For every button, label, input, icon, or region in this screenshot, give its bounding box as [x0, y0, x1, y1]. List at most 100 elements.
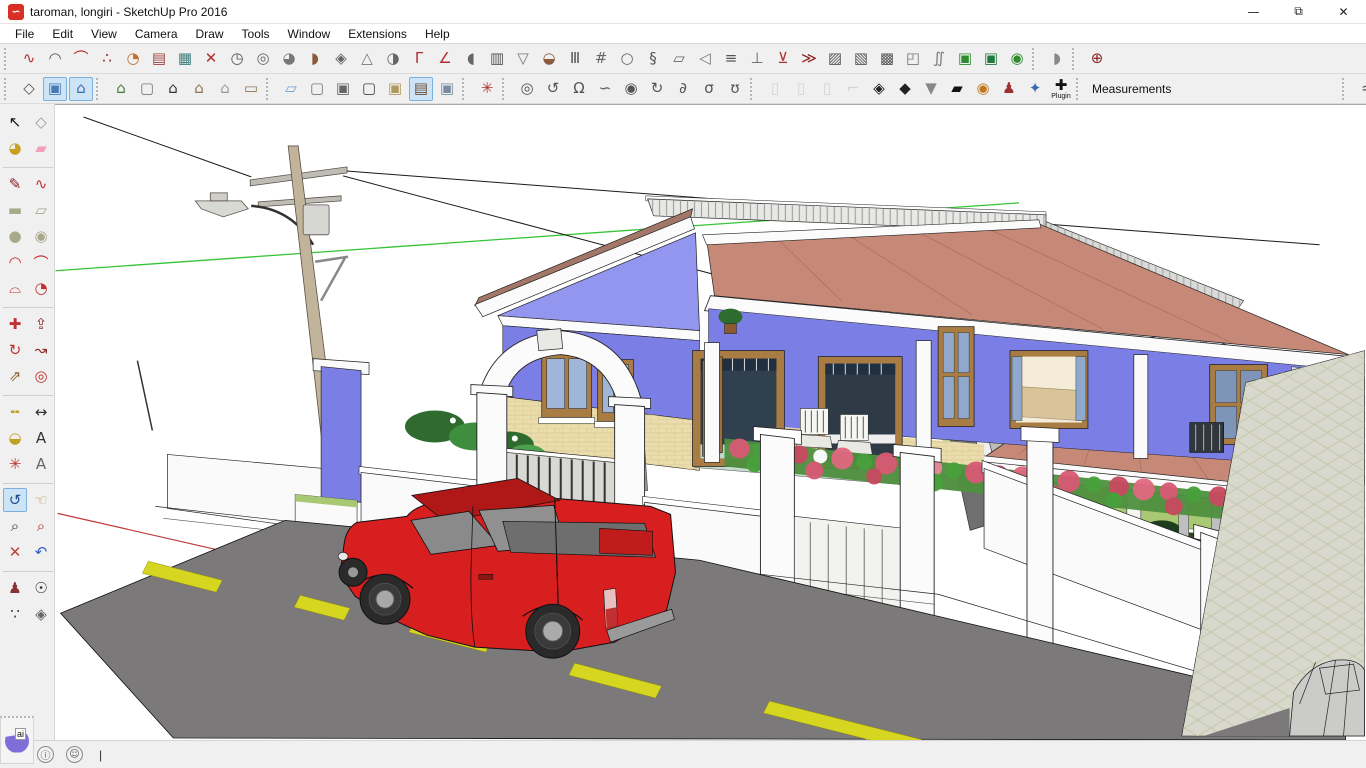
- pipe-tool-icon[interactable]: ◗: [303, 47, 327, 71]
- cage-edit-icon[interactable]: ▥: [485, 47, 509, 71]
- figure-model-icon[interactable]: ♟: [997, 77, 1021, 101]
- iso-house-icon[interactable]: ⌂: [69, 77, 93, 101]
- style-xray-icon[interactable]: ▱: [279, 77, 303, 101]
- circle-icon[interactable]: ●: [3, 224, 27, 248]
- corner-fillet-icon[interactable]: Γ: [407, 47, 431, 71]
- weld-edges-icon[interactable]: ∿: [17, 47, 41, 71]
- hatch-b-icon[interactable]: ▧: [849, 47, 873, 71]
- view-back-icon[interactable]: ▢: [135, 77, 159, 101]
- paint-bucket-icon[interactable]: ◕: [3, 136, 27, 160]
- axes-icon[interactable]: ✳: [3, 452, 27, 476]
- grid-tool-icon[interactable]: #: [589, 47, 613, 71]
- restore-button[interactable]: ⧉: [1276, 0, 1321, 24]
- spiral-cw-icon[interactable]: ↻: [645, 77, 669, 101]
- textured-box-icon[interactable]: ▣: [43, 77, 67, 101]
- blue-component-icon[interactable]: ✦: [1023, 77, 1047, 101]
- spiral-open-icon[interactable]: ↺: [541, 77, 565, 101]
- shape-bender-icon[interactable]: ◠: [43, 47, 67, 71]
- wrap-tool-icon[interactable]: ◑: [381, 47, 405, 71]
- modeling-viewport[interactable]: [55, 104, 1366, 740]
- spiral-omega-icon[interactable]: Ω: [567, 77, 591, 101]
- smart-layers-icon[interactable]: ▦: [173, 47, 197, 71]
- style-monochrome-icon[interactable]: ▣: [435, 77, 459, 101]
- style-hiddenline-icon[interactable]: ▢: [357, 77, 381, 101]
- plane-shear-icon[interactable]: ▱: [667, 47, 691, 71]
- follow-me-icon[interactable]: ↝: [29, 338, 53, 362]
- dark-plane-a-icon[interactable]: ◈: [867, 77, 891, 101]
- menu-edit[interactable]: Edit: [43, 25, 82, 43]
- sculpt-ball-icon[interactable]: ◕: [277, 47, 301, 71]
- axes-cross-icon[interactable]: ✕: [199, 47, 223, 71]
- pin-anchor-icon[interactable]: ⊥: [745, 47, 769, 71]
- menu-camera[interactable]: Camera: [126, 25, 187, 43]
- sign-in-icon[interactable]: ☺: [66, 746, 83, 763]
- previous-view-icon[interactable]: ↶: [29, 540, 53, 564]
- screw-tool-icon[interactable]: §: [641, 47, 665, 71]
- style-wireframe-icon[interactable]: ▢: [305, 77, 329, 101]
- two-point-arc-icon[interactable]: ⌒: [29, 250, 53, 274]
- close-button[interactable]: ✕: [1321, 0, 1366, 24]
- offset-icon[interactable]: ◎: [29, 364, 53, 388]
- scurve-offset-icon[interactable]: ≃: [1355, 77, 1366, 101]
- view-iso-icon[interactable]: ⌂: [109, 77, 133, 101]
- black-parallelogram-icon[interactable]: ▰: [945, 77, 969, 101]
- taper-tool-icon[interactable]: △: [355, 47, 379, 71]
- zoom-icon[interactable]: ⌕: [3, 514, 27, 538]
- paint-wrap-icon[interactable]: ◒: [537, 47, 561, 71]
- view-front-icon[interactable]: ⌂: [161, 77, 185, 101]
- menu-draw[interactable]: Draw: [187, 25, 233, 43]
- spiral-flat-icon[interactable]: ◎: [515, 77, 539, 101]
- wave-surface-icon[interactable]: ∬: [927, 47, 951, 71]
- ring-make-icon[interactable]: ○: [615, 47, 639, 71]
- hatch-a-icon[interactable]: ▨: [823, 47, 847, 71]
- menu-extensions[interactable]: Extensions: [339, 25, 416, 43]
- extrude-tool-icon[interactable]: ◔: [121, 47, 145, 71]
- polygon-icon[interactable]: ◉: [29, 224, 53, 248]
- zoom-window-icon[interactable]: ⌕: [29, 514, 53, 538]
- style-shaded-icon[interactable]: ▣: [383, 77, 407, 101]
- menu-window[interactable]: Window: [279, 25, 340, 43]
- three-d-text-icon[interactable]: A: [29, 452, 53, 476]
- prism-tool-icon[interactable]: ◁: [693, 47, 717, 71]
- layer-stack-icon[interactable]: ▤: [147, 47, 171, 71]
- rotated-rectangle-icon[interactable]: ▱: [29, 198, 53, 222]
- look-around-icon[interactable]: ☉: [29, 576, 53, 600]
- line-icon[interactable]: ✎: [3, 172, 27, 196]
- fruit-bowl-icon[interactable]: ◉: [971, 77, 995, 101]
- measurements-input[interactable]: [1181, 79, 1340, 99]
- arrow-export-icon[interactable]: ◰: [901, 47, 925, 71]
- menu-help[interactable]: Help: [416, 25, 459, 43]
- orbit-icon[interactable]: ↺: [3, 488, 27, 512]
- tape-measure-icon[interactable]: ╍: [3, 400, 27, 424]
- door-panel-b-icon[interactable]: ▯: [789, 77, 813, 101]
- shelf-array-icon[interactable]: ≡: [719, 47, 743, 71]
- scale-icon[interactable]: ⇗: [3, 364, 27, 388]
- three-point-arc-icon[interactable]: ⌓: [3, 276, 27, 300]
- make-component-icon[interactable]: ◇: [29, 110, 53, 134]
- view-top-icon[interactable]: ▭: [239, 77, 263, 101]
- door-panel-a-icon[interactable]: ▯: [763, 77, 787, 101]
- terrain-green-b-icon[interactable]: ▣: [979, 47, 1003, 71]
- bezier-curve-icon[interactable]: ∴: [95, 47, 119, 71]
- pie-icon[interactable]: ◔: [29, 276, 53, 300]
- dark-plane-b-icon[interactable]: ◆: [893, 77, 917, 101]
- section-plane-icon[interactable]: ◈: [29, 602, 53, 626]
- view-left-icon[interactable]: ⌂: [213, 77, 237, 101]
- funnel-lamp-icon[interactable]: ▼: [919, 77, 943, 101]
- column-array-icon[interactable]: Ⅲ: [563, 47, 587, 71]
- eraser-icon[interactable]: ▰: [29, 136, 53, 160]
- flip-curve-icon[interactable]: ◖: [459, 47, 483, 71]
- curved-shell-icon[interactable]: ◗: [1045, 47, 1069, 71]
- fur-maker-icon[interactable]: ✳: [475, 77, 499, 101]
- style-textures-icon[interactable]: ▤: [409, 77, 433, 101]
- model-info-icon[interactable]: ⓘ: [37, 746, 54, 763]
- history-clock-icon[interactable]: ◷: [225, 47, 249, 71]
- walk-icon[interactable]: ∵: [3, 602, 27, 626]
- menu-view[interactable]: View: [82, 25, 126, 43]
- protractor-icon[interactable]: ◒: [3, 426, 27, 450]
- freehand-icon[interactable]: ∿: [29, 172, 53, 196]
- spiral-s-icon[interactable]: ∽: [593, 77, 617, 101]
- move-icon[interactable]: ✚: [3, 312, 27, 336]
- minimize-button[interactable]: —: [1231, 0, 1276, 24]
- menu-tools[interactable]: Tools: [233, 25, 279, 43]
